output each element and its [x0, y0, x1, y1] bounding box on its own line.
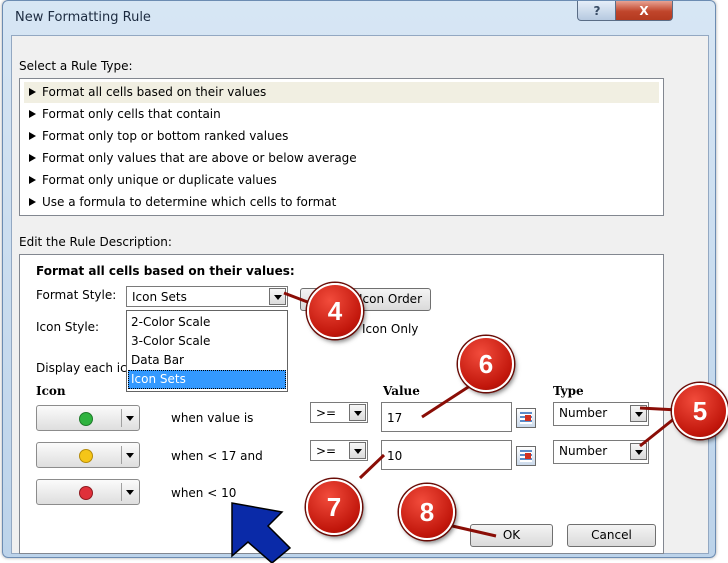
- callout-8-pointer: [447, 523, 497, 538]
- callout-5: 5: [672, 383, 728, 439]
- callout-7-pointer: [358, 453, 386, 480]
- blue-arrow-icon: [231, 502, 292, 563]
- callout-6: 6: [458, 336, 514, 392]
- callout-7: 7: [306, 479, 362, 535]
- callout-5-pointer-b: [639, 416, 676, 448]
- callout-6-pointer: [421, 380, 477, 419]
- callout-4: 4: [307, 283, 363, 339]
- callout-8: 8: [399, 484, 455, 540]
- annotation-pointers: [231, 291, 679, 563]
